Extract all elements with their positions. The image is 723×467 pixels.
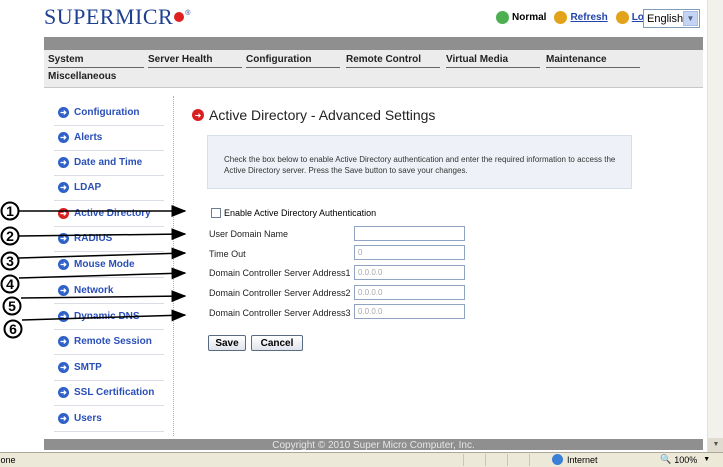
svg-text:3: 3	[6, 253, 14, 269]
svg-text:5: 5	[8, 298, 16, 314]
svg-text:6: 6	[9, 321, 17, 337]
callout-2: 2	[0, 226, 187, 246]
svg-text:1: 1	[6, 203, 14, 219]
callout-1: 1	[0, 201, 187, 221]
callout-3: 3	[0, 247, 187, 271]
svg-text:2: 2	[6, 228, 14, 244]
callout-6: 6	[3, 309, 187, 339]
callout-overlay: 1 2 3 4 5 6	[0, 201, 187, 339]
callout-4: 4	[0, 267, 187, 294]
callout-5: 5	[2, 290, 187, 316]
svg-text:4: 4	[6, 276, 14, 292]
